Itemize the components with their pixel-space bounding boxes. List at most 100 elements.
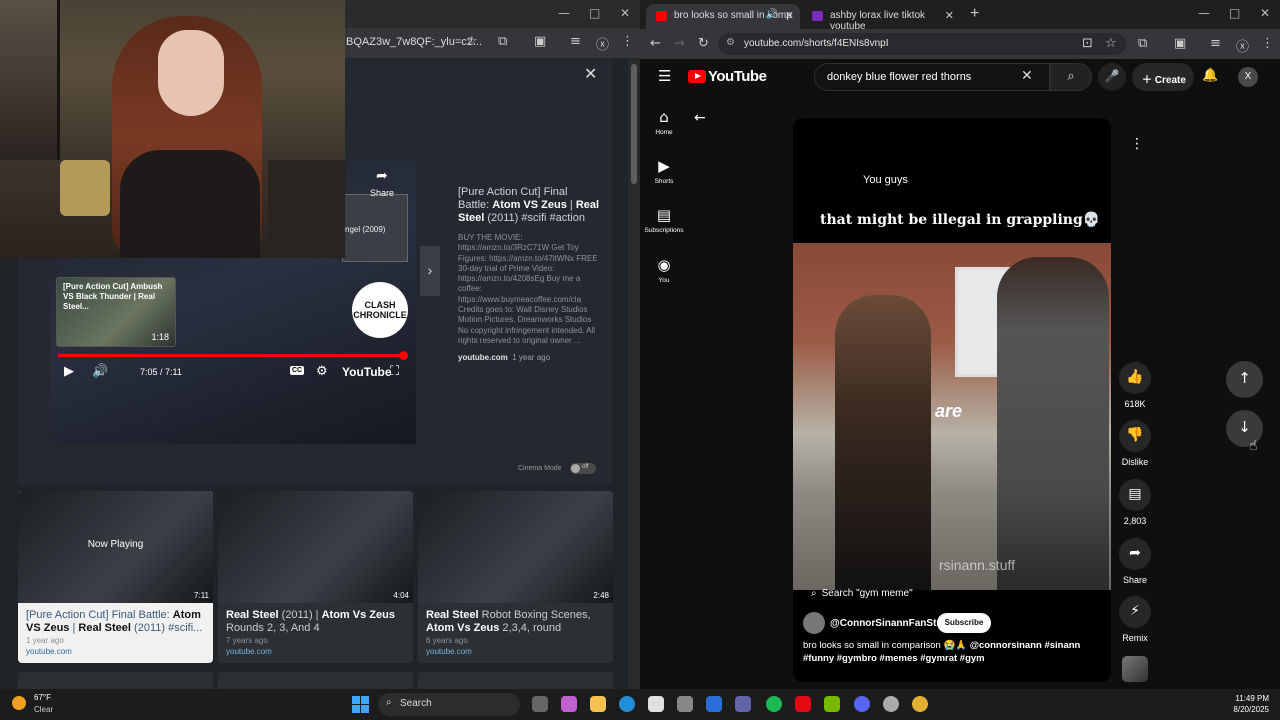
volume-icon[interactable]: 🔊: [92, 364, 108, 379]
extensions-icon[interactable]: ⧉: [1138, 36, 1147, 51]
play-icon[interactable]: ▶: [64, 364, 74, 379]
subscribe-button[interactable]: Subscribe: [937, 613, 991, 633]
search-input[interactable]: donkey blue flower red thorns ✕: [814, 63, 1050, 91]
task-view-icon[interactable]: [532, 696, 548, 712]
guide-item-home[interactable]: ⌂ Home: [640, 108, 688, 136]
share-icon[interactable]: ➦: [376, 168, 388, 184]
tab-search-results[interactable]: ashby lorax live tiktok youtube ✕: [802, 4, 960, 32]
youtube-logo-icon[interactable]: [688, 70, 706, 83]
bookmark-star-icon[interactable]: ☆: [466, 34, 478, 49]
left-scrollbar[interactable]: [628, 58, 640, 689]
notifications-bell-icon[interactable]: 🔔: [1202, 68, 1218, 83]
menu-kebab-icon[interactable]: ⋮: [621, 34, 634, 49]
more-options-icon[interactable]: ⋮: [1130, 136, 1144, 152]
channel-logo[interactable]: CLASH CHRONICLE: [352, 282, 408, 338]
obs-icon[interactable]: [883, 696, 899, 712]
scrollbar-thumb[interactable]: [631, 64, 637, 184]
extensions-icon[interactable]: ⧉: [498, 34, 507, 49]
modal-close-icon[interactable]: ✕: [584, 64, 597, 84]
minimize-button[interactable]: —: [558, 6, 570, 20]
new-tab-button[interactable]: +: [970, 5, 979, 23]
youtube-logo-button[interactable]: YouTube: [342, 365, 392, 379]
menu-kebab-icon[interactable]: ⋮: [1261, 36, 1274, 51]
edge-icon[interactable]: [619, 696, 635, 712]
channel-avatar[interactable]: [803, 612, 825, 634]
app-icon[interactable]: [706, 696, 722, 712]
endscreen-card-right[interactable]: ngel (2009): [342, 194, 408, 262]
like-button[interactable]: 👍 618K: [1116, 362, 1154, 409]
voice-search-icon[interactable]: 🎤: [1098, 63, 1126, 91]
taskbar-search[interactable]: ⌕ Search: [378, 693, 520, 716]
back-arrow-icon[interactable]: ←: [694, 110, 706, 126]
related-video-card[interactable]: 2:48 Real Steel Robot Boxing Scenes, Ato…: [418, 491, 613, 663]
maximize-button[interactable]: □: [1229, 6, 1240, 20]
discord-icon[interactable]: [854, 696, 870, 712]
back-icon[interactable]: ←: [650, 36, 661, 51]
tab-close-icon[interactable]: ✕: [945, 9, 954, 22]
short-video[interactable]: You guys that might be illegal in grappl…: [793, 118, 1111, 682]
tab-audio-icon[interactable]: 🔊: [766, 9, 778, 20]
close-window-button[interactable]: ✕: [1260, 6, 1270, 20]
profile-icon[interactable]: ⓧ: [596, 34, 609, 53]
progress-bar[interactable]: [58, 351, 409, 360]
tab-search-icon[interactable]: ▣: [534, 34, 546, 49]
endscreen-card-left[interactable]: [Pure Action Cut] Ambush VS Black Thunde…: [56, 277, 176, 347]
netflix-icon[interactable]: [795, 696, 811, 712]
related-video-card[interactable]: Now Playing 7:11 [Pure Action Cut] Final…: [18, 491, 213, 663]
tab-close-icon[interactable]: ✕: [785, 9, 794, 22]
tab-youtube-short[interactable]: bro looks so small in comp 🔊 ✕: [646, 4, 800, 29]
account-avatar[interactable]: X: [1238, 67, 1258, 87]
media-icon[interactable]: ≡: [570, 34, 581, 49]
store-icon[interactable]: [648, 696, 664, 712]
tab-search-icon[interactable]: ▣: [1174, 36, 1186, 51]
file-explorer-icon[interactable]: [590, 696, 606, 712]
app-icon[interactable]: [677, 696, 693, 712]
url-field[interactable]: ⚙ youtube.com/shorts/f4ENIs8vnpI: [718, 33, 1126, 55]
left-url-text[interactable]: BQAZ3w_7w8QF:_ylu=c2...: [346, 36, 482, 48]
dislike-button[interactable]: 👎 Dislike: [1116, 420, 1154, 467]
forward-icon[interactable]: →: [674, 36, 685, 51]
weather-temperature[interactable]: 67°F: [34, 693, 51, 702]
search-button[interactable]: ⌕: [1050, 63, 1092, 91]
cinema-mode-toggle[interactable]: off: [570, 463, 596, 474]
spotify-icon[interactable]: [766, 696, 782, 712]
start-windows-icon[interactable]: [352, 696, 369, 713]
clock[interactable]: 11:49 PM 8/20/2025: [1225, 693, 1269, 715]
close-window-button[interactable]: ✕: [620, 6, 630, 20]
guide-item-subscriptions[interactable]: ▤ Subscriptions: [640, 206, 688, 234]
previous-short-arrow-up-icon[interactable]: ↑: [1226, 361, 1263, 398]
minimize-button[interactable]: —: [1198, 6, 1210, 20]
maximize-button[interactable]: □: [589, 6, 600, 20]
fullscreen-icon[interactable]: ⛶: [390, 364, 399, 379]
short-description[interactable]: bro looks so small in comparison 😭🙏 @con…: [803, 639, 1103, 665]
share-button[interactable]: ➦ Share: [1116, 538, 1154, 585]
remix-button[interactable]: ⚡ Remix: [1116, 596, 1154, 643]
create-button[interactable]: ＋ Create: [1132, 63, 1194, 91]
guide-item-you[interactable]: ◉ You: [640, 256, 688, 284]
profile-icon[interactable]: ⓧ: [1236, 36, 1249, 55]
next-video-chevron-icon[interactable]: ›: [420, 246, 440, 296]
settings-gear-icon[interactable]: ⚙: [316, 364, 328, 379]
teams-icon[interactable]: [735, 696, 751, 712]
media-icon[interactable]: ≡: [1210, 36, 1221, 51]
clear-search-icon[interactable]: ✕: [1021, 68, 1033, 84]
related-video-card[interactable]: 4:04 Real Steel (2011) | Atom Vs Zeus Ro…: [218, 491, 413, 663]
captions-button[interactable]: CC: [290, 366, 305, 375]
sound-thumbnail[interactable]: [1122, 656, 1148, 682]
weather-icon[interactable]: [12, 696, 26, 710]
related-video-card-partial[interactable]: [218, 672, 413, 689]
bookmark-star-icon[interactable]: ☆: [1105, 36, 1117, 51]
source-link[interactable]: youtube.com: [458, 353, 508, 362]
related-video-card-partial[interactable]: [18, 672, 213, 689]
comments-button[interactable]: ▤ 2,803: [1116, 479, 1154, 526]
install-app-icon[interactable]: ⊡: [1082, 36, 1093, 51]
nvidia-icon[interactable]: [824, 696, 840, 712]
related-video-card-partial[interactable]: [418, 672, 613, 689]
copilot-icon[interactable]: [561, 696, 577, 712]
search-chip[interactable]: ⌕ Search "gym meme": [811, 588, 913, 599]
site-info-icon[interactable]: ⚙: [726, 37, 735, 48]
hamburger-menu-icon[interactable]: ☰: [658, 67, 671, 85]
youtube-logo-text[interactable]: YouTube: [708, 68, 767, 85]
channel-name[interactable]: @ConnorSinannFanStuff: [830, 618, 949, 629]
reload-icon[interactable]: ↻: [698, 36, 709, 51]
